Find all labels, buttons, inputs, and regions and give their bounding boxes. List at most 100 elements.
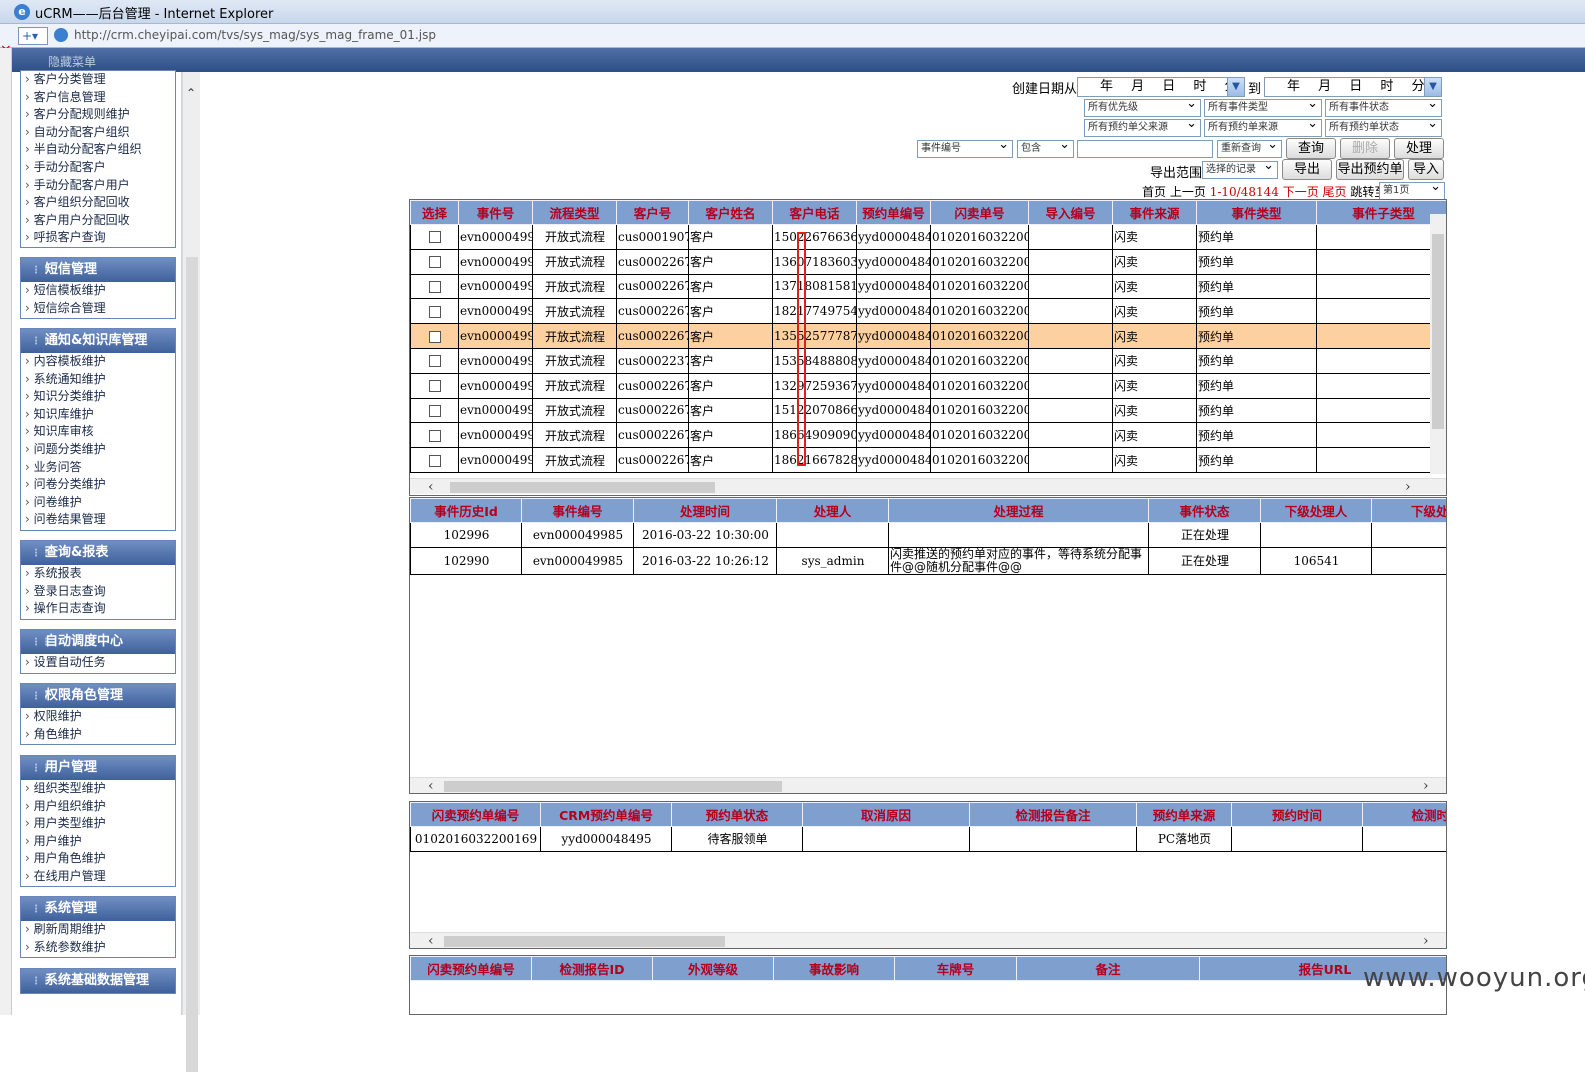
row-checkbox[interactable] [429, 231, 441, 244]
column-header[interactable]: 事件编号 [521, 498, 634, 523]
sidebar-item[interactable]: 自动分配客户组织 [21, 124, 175, 142]
sidebar-item[interactable]: 在线用户管理 [21, 868, 175, 886]
column-header[interactable]: 预约时间 [1231, 802, 1363, 827]
hscroll-thumb[interactable] [444, 781, 782, 792]
sidebar-item[interactable]: 用户类型维护 [21, 815, 175, 833]
sidebar-item[interactable]: 半自动分配客户组织 [21, 141, 175, 159]
column-header[interactable]: 客户姓名 [688, 200, 773, 225]
sidebar-item[interactable]: 问卷分类维护 [21, 476, 175, 494]
requery-select[interactable]: 重新查询 [1217, 140, 1282, 158]
column-header[interactable]: 事件号 [458, 200, 533, 225]
sidebar-item[interactable]: 客户分类管理 [21, 71, 175, 89]
sidebar-item[interactable]: 客户组织分配回收 [21, 194, 175, 212]
select-cell[interactable] [410, 397, 459, 424]
column-header[interactable]: 导入编号 [1028, 200, 1113, 225]
table-row[interactable]: 0102016032200169 yyd000048495 待客服领单 PC落地页 [410, 826, 1446, 852]
select-cell[interactable] [410, 372, 459, 399]
sidebar-item[interactable]: 系统报表 [21, 565, 175, 583]
table-row[interactable]: evn000049984开放式流程cus000223794客户153584888… [410, 347, 1446, 374]
sidebar-item[interactable]: 用户角色维护 [21, 850, 175, 868]
row-checkbox[interactable] [429, 404, 441, 417]
select-cell[interactable] [410, 224, 459, 250]
select-cell[interactable] [410, 298, 459, 325]
column-header[interactable]: 事件类型 [1196, 200, 1317, 225]
vscroll-thumb[interactable] [1432, 234, 1444, 429]
column-header[interactable]: 事故影响 [773, 956, 895, 981]
column-header[interactable]: 下级处理 [1371, 498, 1446, 523]
column-header[interactable]: 备注 [1016, 956, 1200, 981]
select-cell[interactable] [410, 273, 459, 300]
sidebar-item[interactable]: 权限维护 [21, 708, 175, 726]
table-row[interactable]: evn000049985开放式流程cus000226773客户135525777… [410, 323, 1446, 349]
sidebar-group-header[interactable]: ⋮⋮权限角色管理 [21, 684, 175, 708]
sidebar-item[interactable]: 知识库维护 [21, 406, 175, 424]
column-header[interactable]: 事件子类型 [1316, 200, 1446, 225]
select-cell[interactable] [410, 347, 459, 374]
column-header[interactable]: 预约单编号 [856, 200, 931, 225]
sidebar-item[interactable]: 短信综合管理 [21, 300, 175, 318]
scroll-up-icon[interactable]: ⌃ [186, 86, 196, 100]
sidebar-group-header[interactable]: ⋮⋮查询&报表 [21, 541, 175, 565]
column-header[interactable]: 检测时间 [1362, 802, 1446, 827]
process-button[interactable]: 处理 [1394, 138, 1444, 159]
event-grid-hscroll[interactable]: ‹ › [410, 478, 1446, 495]
event-status-select[interactable]: 所有事件状态 [1325, 99, 1442, 117]
table-row[interactable]: 102996 evn000049985 2016-03-22 10:30:00 正在处… [410, 522, 1446, 548]
pre-source-select[interactable]: 所有预约单来源 [1204, 119, 1322, 137]
table-row[interactable]: evn000049986开放式流程cus000226774客户182177497… [410, 298, 1446, 325]
sidebar-item[interactable]: 知识分类维护 [21, 388, 175, 406]
scroll-left-icon[interactable]: ‹ [428, 479, 434, 495]
search-field-select[interactable]: 事件编号 [917, 140, 1013, 158]
table-row[interactable]: evn000049980开放式流程cus000226765客户186216678… [410, 447, 1446, 473]
event-grid-vscroll[interactable] [1430, 214, 1446, 474]
column-header[interactable]: 取消原因 [802, 802, 970, 827]
column-header[interactable]: 客户电话 [772, 200, 857, 225]
priority-select[interactable]: 所有优先级 [1084, 99, 1201, 117]
sidebar-scrollbar[interactable]: ⌃ [182, 72, 200, 1072]
event-type-select[interactable]: 所有事件类型 [1204, 99, 1322, 117]
sidebar-group-header[interactable]: ⋮⋮用户管理 [21, 756, 175, 780]
select-cell[interactable] [410, 248, 459, 275]
sidebar-item[interactable]: 登录日志查询 [21, 583, 175, 601]
row-checkbox[interactable] [429, 454, 441, 467]
column-header[interactable]: 处理时间 [633, 498, 777, 523]
date-to-input[interactable]: 年 月 日 时 分 ▼ [1264, 77, 1442, 97]
url-field[interactable]: http://crm.cheyipai.com/tvs/sys_mag/sys_… [74, 28, 436, 42]
scroll-left-icon[interactable]: ‹ [428, 933, 434, 948]
search-op-select[interactable]: 包含 [1017, 140, 1074, 158]
sidebar-item[interactable]: 系统通知维护 [21, 371, 175, 389]
column-header[interactable]: 闪卖预约单编号 [410, 956, 532, 981]
table-row[interactable]: evn000049987开放式流程cus000226775客户137180815… [410, 273, 1446, 300]
sidebar-item[interactable]: 用户维护 [21, 833, 175, 851]
date-from-input[interactable]: 年 月 日 时 分 ▼ [1077, 77, 1245, 97]
column-header[interactable]: 客户号 [616, 200, 689, 225]
history-hscroll[interactable]: ‹ › [410, 777, 1446, 793]
table-row[interactable]: evn000049989开放式流程cus000190718客户150226766… [410, 224, 1446, 250]
select-cell[interactable] [410, 323, 459, 349]
sidebar-item[interactable]: 短信模板维护 [21, 282, 175, 300]
sidebar-item[interactable]: 客户用户分配回收 [21, 212, 175, 230]
table-row[interactable]: evn000049982开放式流程cus000226768客户151220708… [410, 397, 1446, 424]
hscroll-thumb[interactable] [444, 936, 725, 947]
sidebar-item[interactable]: 用户组织维护 [21, 798, 175, 816]
pager-first[interactable]: 首页 [1142, 185, 1166, 199]
sidebar-group-header[interactable]: ⋮⋮短信管理 [21, 258, 175, 282]
sidebar-item[interactable]: 角色维护 [21, 726, 175, 744]
import-button[interactable]: 导入 [1408, 159, 1444, 180]
table-row[interactable]: evn000049983开放式流程cus000226769客户132972593… [410, 372, 1446, 399]
row-checkbox[interactable] [429, 429, 441, 442]
column-header[interactable]: 预约单状态 [671, 802, 803, 827]
sidebar-scroll-thumb[interactable] [186, 257, 198, 1072]
hscroll-thumb[interactable] [450, 482, 715, 493]
row-checkbox[interactable] [429, 305, 441, 318]
column-header[interactable]: 车牌号 [894, 956, 1017, 981]
column-header[interactable]: 处理人 [776, 498, 889, 523]
scroll-right-icon[interactable]: › [1405, 479, 1411, 495]
sidebar-item[interactable]: 问卷结果管理 [21, 511, 175, 529]
sidebar-item[interactable]: 系统参数维护 [21, 939, 175, 957]
select-cell[interactable] [410, 447, 459, 473]
hide-menu-link[interactable]: 隐藏菜单 [48, 53, 96, 70]
sidebar-item[interactable]: 问卷维护 [21, 494, 175, 512]
column-header[interactable]: 下级处理人 [1260, 498, 1372, 523]
table-row[interactable]: 102990 evn000049985 2016-03-22 10:26:12 sys… [410, 546, 1446, 575]
